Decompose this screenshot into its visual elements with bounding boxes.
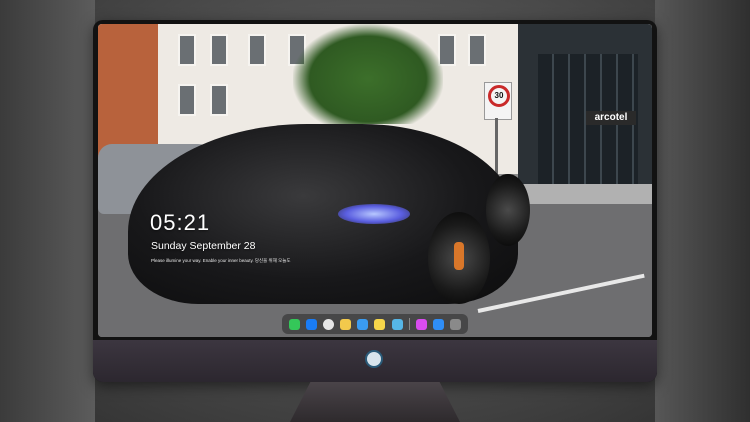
speed-limit-value: 30: [488, 85, 510, 107]
safari-icon[interactable]: [323, 318, 335, 330]
building-window: [178, 84, 196, 116]
itunes-icon[interactable]: [415, 318, 427, 330]
dock-separator: [408, 318, 410, 330]
monitor: 30 arcotel 05:21 Sunday September 28 Ple…: [93, 20, 657, 382]
notes-icon[interactable]: [374, 318, 386, 330]
building-window: [210, 84, 228, 116]
background-blur-left: [0, 0, 95, 422]
speed-limit-sign: 30: [484, 82, 512, 120]
brand-logo-icon: [365, 350, 383, 368]
building-window: [468, 34, 486, 66]
screen: 30 arcotel 05:21 Sunday September 28 Ple…: [98, 24, 652, 337]
lockscreen-note: Please illumine your way. Enable your in…: [151, 258, 291, 263]
monitor-stand: [290, 382, 460, 422]
background-blur-right: [655, 0, 750, 422]
clips-icon[interactable]: [357, 318, 369, 330]
lockscreen-date: Sunday September 28: [151, 240, 256, 252]
hotel-sign: arcotel: [586, 111, 636, 125]
mail-icon[interactable]: [306, 318, 318, 330]
messages-icon[interactable]: [289, 318, 301, 330]
wallpaper-building-dark: [518, 24, 652, 194]
car-wheel: [486, 174, 530, 246]
building-window: [178, 34, 196, 66]
car-headlight: [338, 204, 410, 224]
car-wheel: [428, 212, 490, 304]
appstore-icon[interactable]: [432, 318, 444, 330]
brake-caliper: [454, 242, 464, 270]
building-window: [210, 34, 228, 66]
building-window: [248, 34, 266, 66]
lockscreen-time: 05:21: [150, 210, 211, 235]
monitor-chin: [93, 340, 657, 382]
dock: [282, 314, 468, 334]
camera-icon[interactable]: [449, 318, 461, 330]
wallpaper-tree: [293, 24, 443, 124]
preview-icon[interactable]: [391, 318, 403, 330]
photos-icon[interactable]: [340, 318, 352, 330]
